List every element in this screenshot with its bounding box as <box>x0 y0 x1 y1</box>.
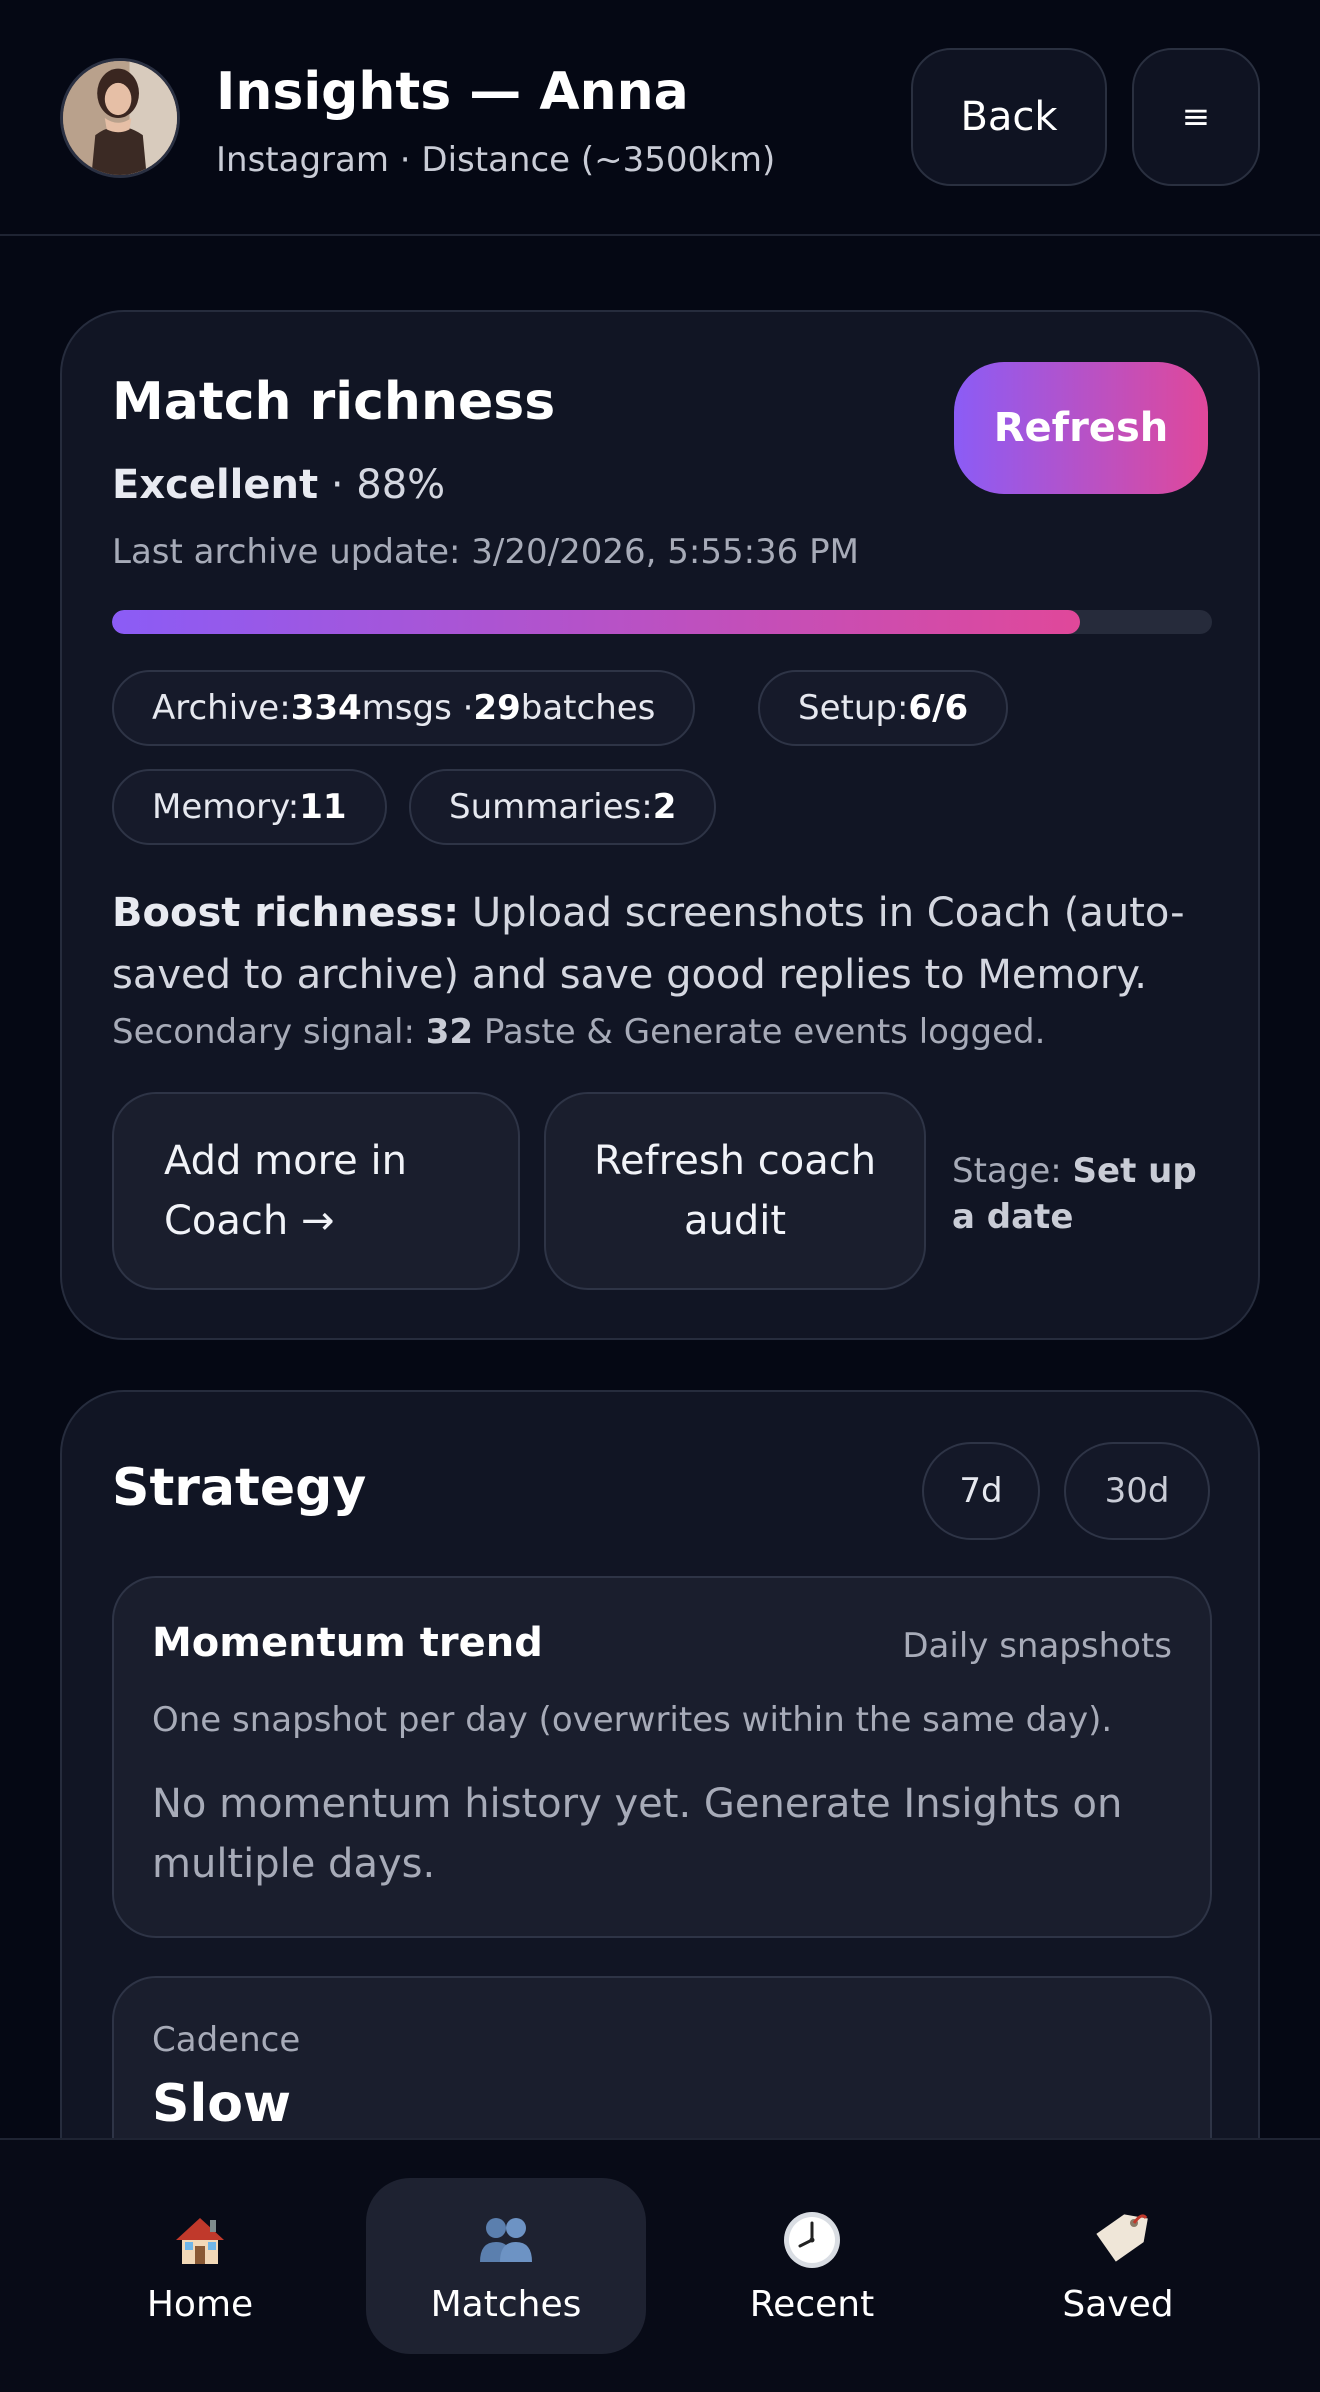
secondary-signal: Secondary signal: 32 Paste & Generate ev… <box>112 1012 1045 1052</box>
signal-label: Secondary signal: <box>112 1012 426 1052</box>
richness-status: Excellent · 88% <box>112 462 445 508</box>
momentum-trend-panel: Momentum trend Daily snapshots One snaps… <box>112 1576 1212 1938</box>
memory-label: Memory: <box>152 787 300 827</box>
momentum-empty-state: No momentum history yet. Generate Insigh… <box>152 1781 1123 1887</box>
nav-matches-label: Matches <box>430 2283 582 2325</box>
archive-msgs-count: 334 <box>290 688 362 728</box>
setup-value: 6/6 <box>908 688 969 728</box>
cadence-label: Cadence <box>152 2020 301 2060</box>
setup-label: Setup: <box>798 688 909 728</box>
nav-home-label: Home <box>146 2283 254 2325</box>
nav-saved-label: Saved <box>1062 2283 1174 2325</box>
momentum-description: One snapshot per day (overwrites within … <box>152 1700 1113 1740</box>
richness-rating: Excellent <box>112 462 319 508</box>
nav-matches[interactable]: Matches <box>366 2178 646 2354</box>
header: Insights — Anna Instagram · Distance (~3… <box>0 0 1320 236</box>
signal-count: 32 <box>425 1012 474 1052</box>
archive-pill: Archive: 334 msgs · 29 batches <box>112 670 696 746</box>
menu-button[interactable]: ≡ <box>1132 48 1260 186</box>
nav-saved[interactable]: Saved <box>978 2178 1258 2354</box>
people-icon <box>480 2217 532 2262</box>
bottom-navigation: Home Matches Recent Saved <box>0 2138 1320 2392</box>
status-separator: · <box>318 462 357 508</box>
richness-percent: 88% <box>356 462 446 508</box>
tag-icon <box>1096 2213 1148 2262</box>
richness-progress-fill <box>112 610 1080 634</box>
nav-home[interactable]: Home <box>60 2178 340 2354</box>
range-30d-button[interactable]: 30d <box>1064 1442 1210 1540</box>
page-title: Insights — Anna <box>216 62 689 122</box>
nav-recent[interactable]: Recent <box>672 2178 952 2354</box>
add-more-in-coach-button[interactable]: Add more in Coach → <box>112 1092 520 1290</box>
boost-label: Boost richness: <box>112 890 460 936</box>
match-richness-card: Match richness Refresh Excellent · 88% L… <box>60 310 1260 1340</box>
stage-label: Stage: Set up a date <box>952 1148 1222 1240</box>
archive-batches-count: 29 <box>473 688 521 728</box>
memory-value: 11 <box>299 787 347 827</box>
archive-batches-label: batches <box>520 688 656 728</box>
refresh-button[interactable]: Refresh <box>954 362 1208 494</box>
range-7d-button[interactable]: 7d <box>922 1442 1040 1540</box>
summaries-label: Summaries: <box>449 787 653 827</box>
clock-icon <box>784 2211 840 2268</box>
summaries-pill: Summaries: 2 <box>409 769 717 845</box>
signal-suffix: Paste & Generate events logged. <box>473 1012 1046 1052</box>
page-subtitle: Instagram · Distance (~3500km) <box>216 140 776 180</box>
momentum-title: Momentum trend <box>152 1620 543 1666</box>
archive-label: Archive: <box>152 688 291 728</box>
back-button[interactable]: Back <box>911 48 1107 186</box>
richness-title: Match richness <box>112 372 556 432</box>
memory-pill: Memory: 11 <box>112 769 387 845</box>
strategy-title: Strategy <box>112 1458 367 1518</box>
house-icon <box>176 2217 224 2264</box>
avatar[interactable] <box>60 58 180 178</box>
cadence-value: Slow <box>152 2074 292 2134</box>
summaries-value: 2 <box>652 787 677 827</box>
archive-msgs-label: msgs · <box>361 688 474 728</box>
richness-progress-bar <box>112 610 1212 634</box>
setup-pill: Setup: 6/6 <box>758 670 1009 746</box>
boost-richness-text: Boost richness: Upload screenshots in Co… <box>112 882 1212 1006</box>
refresh-coach-audit-button[interactable]: Refresh coach audit <box>544 1092 926 1290</box>
momentum-tag: Daily snapshots <box>902 1626 1172 1666</box>
stage-prefix: Stage: <box>952 1151 1073 1191</box>
menu-icon: ≡ <box>1181 97 1211 137</box>
nav-recent-label: Recent <box>749 2283 875 2325</box>
last-archive-update: Last archive update: 3/20/2026, 5:55:36 … <box>112 532 859 572</box>
avatar-photo <box>63 61 177 175</box>
